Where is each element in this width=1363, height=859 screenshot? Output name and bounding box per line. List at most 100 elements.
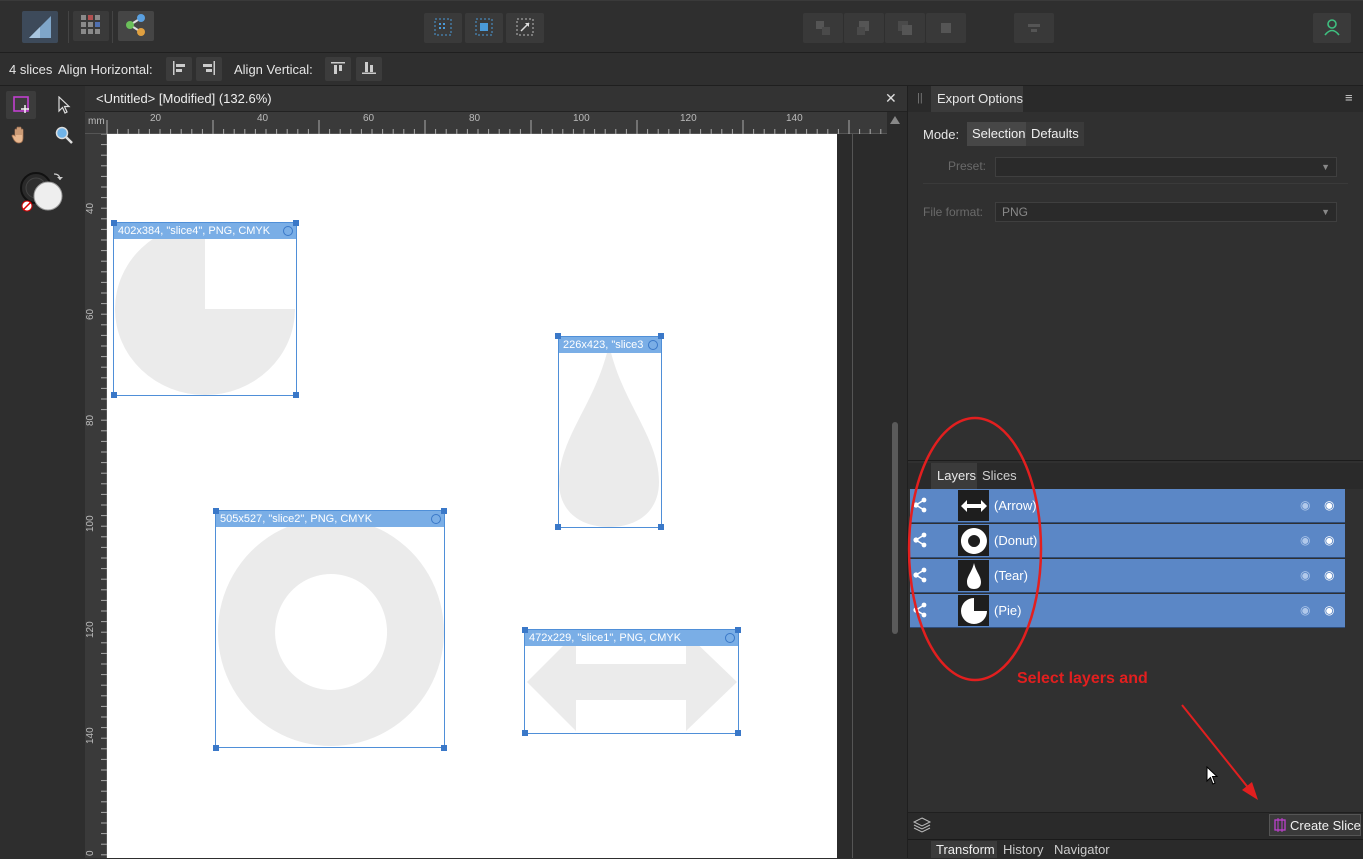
resize-handle[interactable] [522,627,528,633]
resize-handle[interactable] [658,524,664,530]
chevron-down-icon: ▼ [1321,207,1330,217]
vertical-scrollbar[interactable] [887,112,907,858]
tab-transform[interactable]: Transform [931,841,997,858]
layer-row[interactable]: (Donut) ◉ ◉ [910,524,1345,558]
align-top-button[interactable] [325,57,351,81]
slice-ring-icon[interactable] [431,514,441,524]
tear-thumb-icon [958,560,989,591]
file-format-dropdown[interactable]: PNG ▼ [995,202,1337,222]
export-share-icon[interactable] [912,532,928,551]
mode-defaults-button[interactable]: Defaults [1026,122,1084,146]
resize-handle[interactable] [293,392,299,398]
tab-history[interactable]: History [1003,842,1043,857]
resize-handle[interactable] [555,524,561,530]
resize-handle[interactable] [522,730,528,736]
slice-frame[interactable]: 402x384, "slice4", PNG, CMYK [113,222,297,396]
v-tick-label: 0 [85,850,96,856]
snap-transform-button[interactable] [506,13,544,43]
export-share-icon[interactable] [912,497,928,516]
snap-bounds-icon [474,17,494,40]
export-share-icon[interactable] [912,602,928,621]
panel-grip-icon[interactable]: || [917,92,923,104]
align-bottom-button[interactable] [356,57,382,81]
resize-handle[interactable] [441,508,447,514]
layer-row[interactable]: (Arrow) ◉ ◉ [910,489,1345,523]
slice-ring-icon[interactable] [725,633,735,643]
vertical-ruler: 40 60 80 100 120 140 0 [85,134,107,858]
export-share-icon[interactable] [912,567,928,586]
layer-row[interactable]: (Tear) ◉ ◉ [910,559,1345,593]
eye-icon[interactable]: ◉ [1324,603,1334,617]
create-slice-button[interactable]: Create Slice [1269,814,1361,836]
layer-row[interactable]: (Pie) ◉ ◉ [910,594,1345,628]
align-right-button[interactable] [196,57,222,81]
tab-layers[interactable]: Layers [931,463,977,489]
tab-slices[interactable]: Slices [982,468,1017,483]
resize-handle[interactable] [213,508,219,514]
mode-selection-label: Selection [972,126,1026,141]
artboard-page[interactable]: 402x384, "slice4", PNG, CMYK 226x423, "s… [107,134,837,858]
slice-ring-icon[interactable] [283,226,293,236]
preset-dropdown[interactable]: ▼ [995,157,1337,177]
snap-transform-icon [515,17,535,40]
resize-handle[interactable] [658,333,664,339]
slice-tool-button[interactable] [6,91,36,119]
resize-handle[interactable] [441,745,447,751]
eye-icon[interactable]: ◉ [1324,533,1334,547]
visibility-icon[interactable]: ◉ [1300,603,1310,617]
slice-ring-icon[interactable] [648,340,658,350]
align-icon-3[interactable] [885,13,925,43]
visibility-icon[interactable]: ◉ [1300,498,1310,512]
eye-icon[interactable]: ◉ [1324,498,1334,512]
resize-handle[interactable] [213,745,219,751]
resize-handle[interactable] [111,392,117,398]
select-tool-button[interactable] [50,92,78,120]
slice-label: 226x423, "slice3 [559,337,661,353]
eye-icon[interactable]: ◉ [1324,568,1334,582]
align-left-button[interactable] [166,57,192,81]
layer-name: (Donut) [994,533,1038,548]
resize-handle[interactable] [735,730,741,736]
right-panel: || Export Options ≡ Mode: Selection Defa… [907,86,1363,859]
panel-menu-icon[interactable]: ≡ [1345,90,1353,105]
align-icon-2[interactable] [844,13,884,43]
snap-grid-icon [433,17,453,40]
v-tick-label: 40 [85,202,96,214]
align-icon-4[interactable] [926,13,966,43]
mode-selection-button[interactable]: Selection [967,122,1031,146]
scroll-up-icon[interactable] [890,116,900,124]
slice-frame[interactable]: 472x229, "slice1", PNG, CMYK [524,629,739,734]
slice-frame[interactable]: 226x423, "slice3 [558,336,662,528]
scroll-thumb[interactable] [892,422,898,634]
resize-handle[interactable] [735,627,741,633]
resize-handle[interactable] [293,220,299,226]
export-persona-button[interactable] [118,11,154,41]
tab-export-options[interactable]: Export Options [931,86,1023,112]
visibility-icon[interactable]: ◉ [1300,568,1310,582]
app-logo-icon[interactable] [22,11,58,43]
pixel-persona-button[interactable] [73,11,109,41]
distribute-icon[interactable] [1014,13,1054,43]
align-icon-1[interactable] [803,13,843,43]
layer-name: (Arrow) [994,498,1037,513]
snap-grid-button[interactable] [424,13,462,43]
donut-thumb-icon [958,525,989,556]
resize-handle[interactable] [111,220,117,226]
zoom-tool-button[interactable] [50,122,78,150]
top-toolbar [0,0,1363,53]
snap-bounds-button[interactable] [465,13,503,43]
layers-stack-icon[interactable] [912,816,932,834]
align-bottom-icon [362,61,376,78]
close-icon[interactable]: ✕ [885,90,897,107]
resize-handle[interactable] [555,333,561,339]
visibility-icon[interactable]: ◉ [1300,533,1310,547]
user-account-button[interactable] [1313,13,1351,43]
layer-name: (Pie) [994,603,1022,618]
tab-navigator[interactable]: Navigator [1054,842,1110,857]
user-icon [1322,17,1342,40]
hand-tool-button[interactable] [6,122,34,150]
document-tab[interactable]: <Untitled> [Modified] (132.6%) ✕ [85,86,907,112]
color-swatches[interactable] [16,168,68,216]
slice-frame[interactable]: 505x527, "slice2", PNG, CMYK [215,510,445,748]
align-top-icon [331,61,345,78]
